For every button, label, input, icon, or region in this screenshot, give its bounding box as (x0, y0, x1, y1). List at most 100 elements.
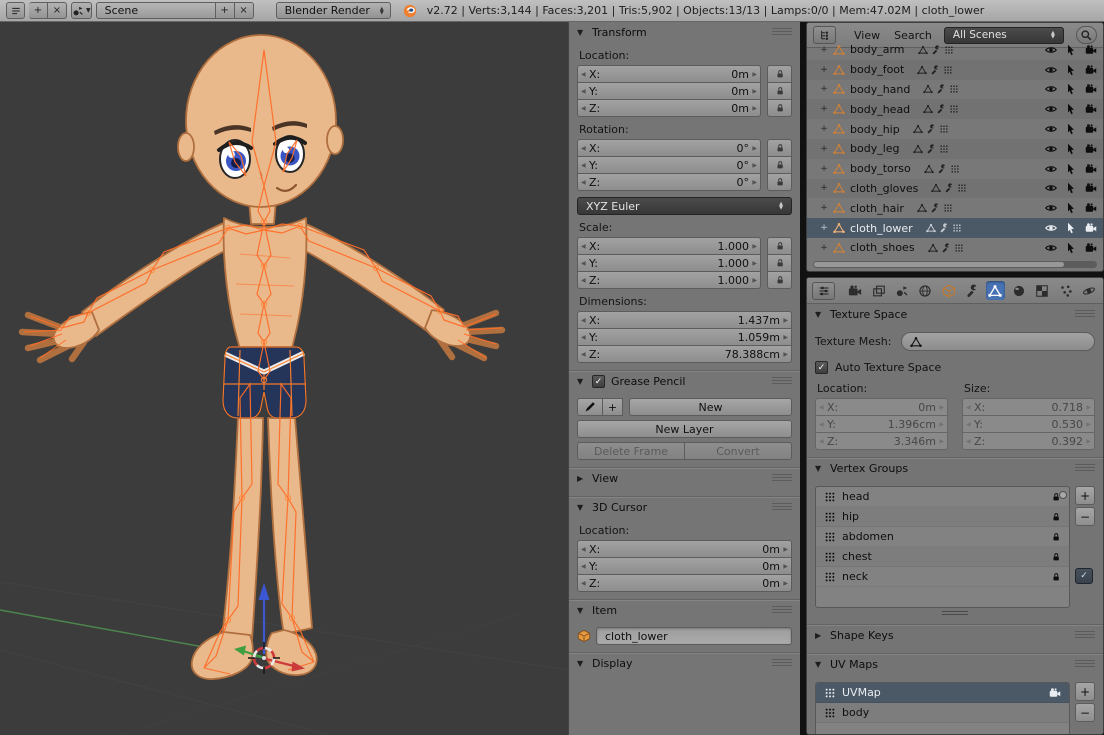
visibility-eye-icon[interactable] (1045, 64, 1057, 76)
decrement-arrow-icon[interactable]: ◀ (581, 88, 586, 95)
decrement-arrow-icon[interactable]: ◀ (581, 105, 586, 112)
expand-icon[interactable]: + (819, 183, 829, 193)
delete-frame-button[interactable]: Delete Frame (577, 442, 685, 460)
outliner-row-cloth-gloves[interactable]: + cloth_gloves (807, 178, 1103, 199)
lock-scale-z-button[interactable] (767, 271, 792, 289)
mesh-data-icon[interactable] (928, 243, 938, 253)
increment-arrow-icon[interactable]: ▶ (752, 105, 757, 112)
vertex-group-grid-icon[interactable] (949, 84, 959, 94)
location-z-slider[interactable]: ◀ Z: 0m ▶ (577, 99, 761, 117)
decrement-arrow-icon[interactable]: ◀ (581, 243, 586, 250)
cursor-3d-panel-header[interactable]: ▼ 3D Cursor (577, 497, 792, 518)
object-name[interactable]: cloth_gloves (850, 182, 918, 195)
outliner-row-body-leg[interactable]: + body_leg (807, 138, 1103, 159)
increment-arrow-icon[interactable]: ▶ (783, 546, 788, 553)
modifier-wrench-icon[interactable] (930, 65, 940, 75)
selectable-cursor-icon[interactable] (1065, 163, 1077, 175)
visibility-eye-icon[interactable] (1045, 123, 1057, 135)
vertex-group-name[interactable]: hip (842, 510, 859, 523)
location-x-slider[interactable]: ◀ X: 0m ▶ (577, 65, 761, 83)
scene-browse-button[interactable]: ▼ (71, 2, 92, 19)
object-name[interactable]: body_torso (850, 162, 911, 175)
panel-grip-icon[interactable] (772, 606, 792, 615)
visibility-eye-icon[interactable] (1045, 163, 1057, 175)
rotation-z-slider[interactable]: ◀ Z: 0° ▶ (577, 173, 761, 191)
renderable-camera-icon[interactable] (1085, 222, 1097, 234)
modifier-wrench-icon[interactable] (931, 45, 941, 55)
panel-grip-icon[interactable] (1075, 464, 1095, 473)
vertex-group-name[interactable]: chest (842, 550, 872, 563)
visibility-eye-icon[interactable] (1045, 222, 1057, 234)
uv-map-row-body[interactable]: body (816, 703, 1069, 723)
outliner-row-body-head[interactable]: + body_head (807, 99, 1103, 120)
tab-object[interactable] (940, 281, 958, 300)
outliner-horizontal-scrollbar[interactable] (813, 261, 1097, 268)
modifier-wrench-icon[interactable] (926, 144, 936, 154)
selectable-cursor-icon[interactable] (1065, 83, 1077, 95)
outliner-row-cloth-shoes[interactable]: + cloth_shoes (807, 238, 1103, 258)
tab-texture[interactable] (1033, 281, 1051, 300)
scene-delete-button[interactable]: × (234, 2, 254, 19)
texspace-location-z-slider[interactable]: ◀ Z: 3.346m ▶ (815, 432, 948, 450)
modifier-wrench-icon[interactable] (937, 164, 947, 174)
texspace-location-x-slider[interactable]: ◀ X: 0m ▶ (815, 398, 948, 416)
decrement-arrow-icon[interactable]: ◀ (581, 317, 586, 324)
outliner-row-body-torso[interactable]: + body_torso (807, 159, 1103, 179)
panel-grip-icon[interactable] (1075, 310, 1095, 319)
uv-map-add-button[interactable]: + (1075, 682, 1095, 701)
expand-icon[interactable]: + (819, 203, 829, 213)
decrement-arrow-icon[interactable]: ◀ (581, 260, 586, 267)
vertex-group-row-chest[interactable]: chest (816, 547, 1069, 567)
decrement-arrow-icon[interactable]: ◀ (581, 334, 586, 341)
visibility-eye-icon[interactable] (1045, 83, 1057, 95)
modifier-wrench-icon[interactable] (941, 243, 951, 253)
selectable-cursor-icon[interactable] (1065, 64, 1077, 76)
selectable-cursor-icon[interactable] (1065, 103, 1077, 115)
object-name[interactable]: cloth_hair (850, 202, 904, 215)
visibility-eye-icon[interactable] (1045, 202, 1057, 214)
mesh-data-icon[interactable] (924, 164, 934, 174)
texspace-location-y-slider[interactable]: ◀ Y: 1.396cm ▶ (815, 415, 948, 433)
vertex-group-grid-icon[interactable] (943, 65, 953, 75)
vertex-group-name[interactable]: abdomen (842, 530, 894, 543)
lock-location-z-button[interactable] (767, 99, 792, 117)
layout-add-button[interactable]: + (29, 2, 48, 19)
tab-object-data-active[interactable] (986, 281, 1005, 300)
grease-pencil-add-button[interactable]: + (603, 398, 623, 416)
decrement-arrow-icon[interactable]: ◀ (581, 277, 586, 284)
texspace-size-x-slider[interactable]: ◀ X: 0.718 ▶ (962, 398, 1095, 416)
object-name[interactable]: body_hand (850, 83, 910, 96)
outliner-scope-dropdown[interactable]: All Scenes ▲ ▼ (943, 26, 1064, 44)
mesh-data-icon[interactable] (913, 144, 923, 154)
mesh-data-icon[interactable] (923, 104, 933, 114)
mesh-data-icon[interactable] (923, 84, 933, 94)
object-name[interactable]: body_head (850, 103, 910, 116)
vertex-group-row-head[interactable]: head (816, 487, 1069, 507)
texture-mesh-selector[interactable] (901, 332, 1095, 351)
mesh-data-icon[interactable] (918, 45, 928, 55)
decrement-arrow-icon[interactable]: ◀ (581, 546, 586, 553)
vertex-group-name[interactable]: neck (842, 570, 868, 583)
vertex-group-add-button[interactable]: + (1075, 486, 1095, 505)
outliner-row-body-hip[interactable]: + body_hip (807, 119, 1103, 139)
renderable-camera-icon[interactable] (1085, 103, 1097, 115)
lock-icon[interactable] (1051, 532, 1061, 542)
selectable-cursor-icon[interactable] (1065, 222, 1077, 234)
editor-type-properties-button[interactable] (812, 281, 836, 300)
lock-icon[interactable] (1051, 572, 1061, 582)
expand-icon[interactable]: + (819, 45, 829, 55)
increment-arrow-icon[interactable]: ▶ (783, 563, 788, 570)
decrement-arrow-icon[interactable]: ◀ (581, 71, 586, 78)
texspace-size-z-slider[interactable]: ◀ Z: 0.392 ▶ (962, 432, 1095, 450)
rotation-mode-dropdown[interactable]: XYZ Euler ▲ ▼ (577, 197, 792, 215)
outliner-view-menu[interactable]: View (852, 29, 882, 42)
vertex-group-row-neck[interactable]: neck (816, 567, 1069, 587)
scene-name-field[interactable]: Scene (95, 2, 216, 19)
renderable-camera-icon[interactable] (1085, 143, 1097, 155)
shape-keys-panel-header[interactable]: ▶ Shape Keys (815, 625, 1095, 646)
expand-icon[interactable]: + (819, 84, 829, 94)
tab-world[interactable] (916, 281, 934, 300)
expand-icon[interactable]: + (819, 164, 829, 174)
vertex-group-grid-icon[interactable] (957, 183, 967, 193)
location-y-slider[interactable]: ◀ Y: 0m ▶ (577, 82, 761, 100)
